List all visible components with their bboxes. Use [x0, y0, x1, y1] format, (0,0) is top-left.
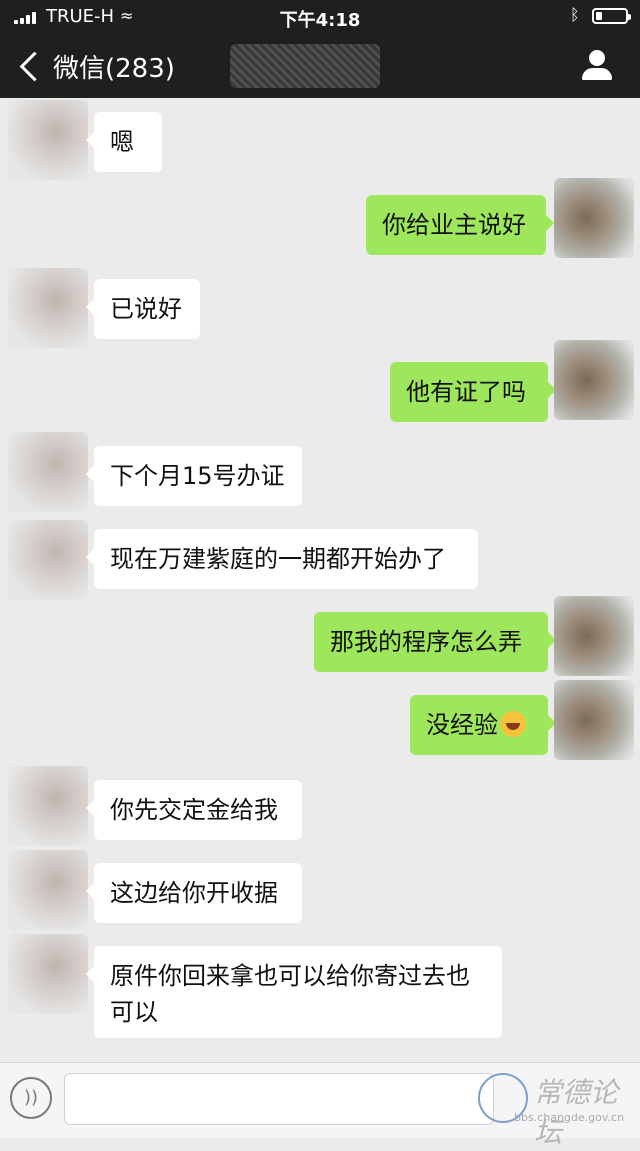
avatar[interactable]: [8, 934, 88, 1014]
avatar[interactable]: [554, 340, 634, 420]
watermark: 常德论坛 bbs.changde.gov.cn: [478, 1069, 638, 1149]
input-bar: )) 常德论坛 bbs.changde.gov.cn: [0, 1062, 640, 1149]
message-bubble-incoming: 嗯: [86, 112, 162, 172]
message-bubble-incoming: 你先交定金给我: [86, 780, 302, 840]
laughing-crying-emoji-icon: [500, 711, 526, 737]
back-button[interactable]: 微信(283): [16, 46, 175, 86]
avatar[interactable]: [8, 268, 88, 348]
top-bar: TRUE-H ≈ 下午4:18 ᛒ 微信(283): [0, 0, 640, 98]
message-bubble-incoming: 原件你回来拿也可以给你寄过去也 可以: [86, 946, 502, 1038]
avatar[interactable]: [8, 766, 88, 846]
message-bubble-incoming: 现在万建紫庭的一期都开始办了: [86, 529, 478, 589]
nav-bar: 微信(283): [0, 36, 640, 96]
status-bar: TRUE-H ≈ 下午4:18 ᛒ: [0, 0, 640, 32]
watermark-url: bbs.changde.gov.cn: [514, 1111, 625, 1124]
message-bubble-incoming: 已说好: [86, 279, 200, 339]
avatar[interactable]: [554, 596, 634, 676]
status-time: 下午4:18: [279, 10, 361, 31]
chevron-left-icon: [19, 51, 50, 81]
chat-info-button[interactable]: [580, 50, 614, 84]
avatar[interactable]: [554, 680, 634, 760]
message-bubble-incoming: 这边给你开收据: [86, 863, 302, 923]
back-label: 微信(283): [53, 53, 175, 84]
message-bubble-outgoing: 你给业主说好: [366, 195, 554, 255]
avatar[interactable]: [8, 850, 88, 930]
message-bubble-outgoing: 那我的程序怎么弄: [314, 612, 556, 672]
message-bubble-outgoing: 没经验: [410, 695, 556, 755]
voice-icon: )): [23, 1087, 39, 1108]
avatar[interactable]: [8, 100, 88, 180]
message-bubble-incoming: 下个月15号办证: [86, 446, 302, 506]
battery-icon: [592, 8, 631, 24]
avatar[interactable]: [554, 178, 634, 258]
voice-input-button[interactable]: )): [10, 1077, 52, 1119]
avatar[interactable]: [8, 520, 88, 600]
bluetooth-icon: ᛒ: [570, 5, 580, 24]
avatar[interactable]: [8, 432, 88, 512]
message-bubble-outgoing: 他有证了吗: [390, 362, 556, 422]
chat-title-redacted: [230, 44, 380, 88]
person-icon: [589, 50, 605, 66]
message-input[interactable]: [64, 1073, 494, 1125]
